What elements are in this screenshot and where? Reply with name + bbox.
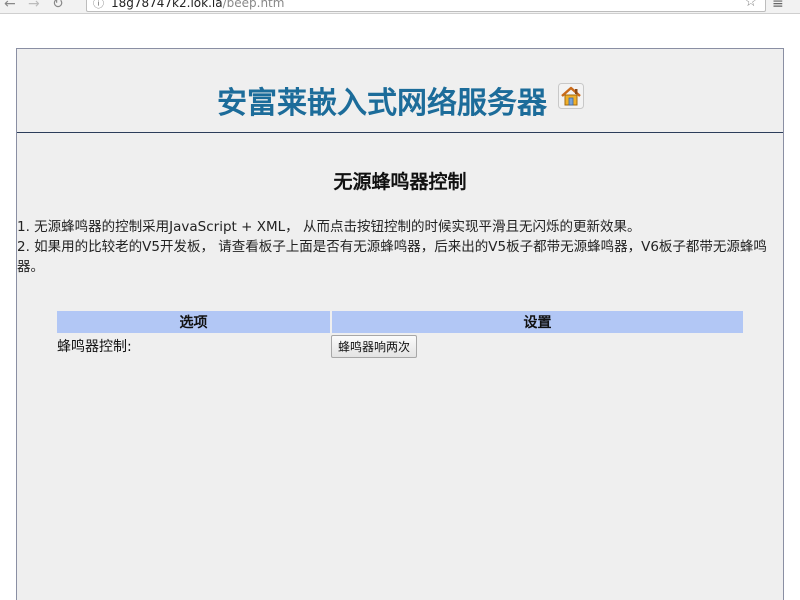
table-header-row: 选项 设置 [57, 311, 743, 333]
page-frame: 安富莱嵌入式网络服务器 无源蜂鸣器控制 1. 无源蜂鸣器的控制采用JavaScr… [16, 48, 784, 600]
site-header: 安富莱嵌入式网络服务器 [17, 49, 783, 133]
bookmark-star-icon[interactable]: ☆ [744, 0, 757, 10]
site-title: 安富莱嵌入式网络服务器 [217, 86, 547, 121]
url-text[interactable]: 18g78747k2.iok.la/beep.htm [111, 0, 284, 10]
browser-menu-icon[interactable]: ≡ [772, 0, 784, 12]
browser-toolbar: ← → ↻ ⓘ 18g78747k2.iok.la/beep.htm ☆ ≡ [0, 0, 800, 14]
beeper-control-label: 蜂鸣器控制: [57, 339, 132, 355]
table-row: 蜂鸣器控制: 蜂鸣器响两次 [57, 333, 743, 359]
column-header-setting: 设置 [331, 311, 743, 333]
reload-icon[interactable]: ↻ [52, 0, 64, 11]
page-info-icon[interactable]: ⓘ [93, 0, 104, 11]
back-arrow-icon[interactable]: ← [4, 0, 16, 11]
address-bar[interactable]: ⓘ 18g78747k2.iok.la/beep.htm ☆ [86, 0, 766, 12]
section-title: 无源蜂鸣器控制 [333, 171, 467, 193]
description: 1. 无源蜂鸣器的控制采用JavaScript + XML， 从而点击按钮控制的… [17, 217, 783, 277]
beeper-control-cell: 蜂鸣器响两次 [331, 333, 743, 359]
description-line-2: 2. 如果用的比较老的V5开发板， 请查看板子上面是否有无源蜂鸣器，后来出的V5… [17, 239, 767, 275]
beep-twice-button[interactable]: 蜂鸣器响两次 [331, 334, 418, 358]
settings-table: 选项 设置 蜂鸣器控制: 蜂鸣器响两次 [57, 311, 743, 359]
forward-arrow-icon[interactable]: → [28, 0, 40, 11]
column-header-option: 选项 [57, 311, 332, 333]
description-line-1: 1. 无源蜂鸣器的控制采用JavaScript + XML， 从而点击按钮控制的… [17, 219, 641, 235]
home-icon[interactable] [558, 83, 584, 109]
